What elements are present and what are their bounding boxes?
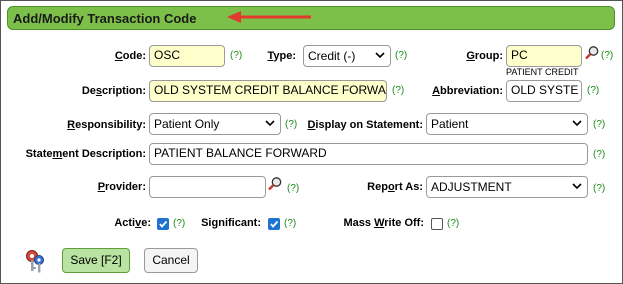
mass-write-off-help[interactable]: (?): [447, 218, 459, 229]
mass-write-off-checkbox[interactable]: [431, 218, 443, 230]
responsibility-help[interactable]: (?): [285, 119, 297, 130]
provider-input[interactable]: [149, 176, 266, 198]
statement-description-input[interactable]: PATIENT BALANCE FORWARD: [149, 143, 588, 165]
provider-help[interactable]: (?): [287, 183, 299, 194]
group-input[interactable]: PC: [506, 45, 582, 67]
chevron-down-icon: [375, 52, 385, 59]
provider-label: Provider:: [97, 181, 146, 193]
significant-help[interactable]: (?): [284, 218, 296, 229]
responsibility-label: Responsibility:: [67, 119, 146, 131]
responsibility-value: Patient Only: [154, 117, 220, 131]
magnifier-icon[interactable]: [267, 176, 283, 192]
statement-description-help[interactable]: (?): [593, 149, 605, 160]
cancel-button[interactable]: Cancel: [144, 248, 198, 273]
group-help[interactable]: (?): [601, 50, 613, 61]
mass-write-off-label: Mass Write Off:: [343, 217, 425, 229]
type-label: Type:: [267, 50, 296, 62]
code-help[interactable]: (?): [230, 50, 242, 61]
significant-label: Significant:: [201, 217, 261, 229]
save-button[interactable]: Save [F2]: [62, 248, 130, 273]
abbreviation-label: Abbreviation:: [432, 85, 503, 97]
chevron-down-icon: [265, 120, 275, 127]
code-label: Code:: [114, 50, 146, 62]
responsibility-select[interactable]: Patient Only: [149, 113, 281, 135]
description-input[interactable]: OLD SYSTEM CREDIT BALANCE FORWA: [149, 80, 387, 102]
type-help[interactable]: (?): [395, 50, 407, 61]
statement-description-label: Statement Description:: [25, 148, 146, 160]
group-label: Group:: [466, 50, 503, 62]
report-as-help[interactable]: (?): [593, 183, 605, 194]
type-value: Credit (-): [308, 49, 356, 63]
active-label: Active:: [114, 217, 151, 229]
display-on-statement-value: Patient: [431, 117, 469, 131]
page-title: Add/Modify Transaction Code: [13, 11, 197, 26]
magnifier-icon[interactable]: [584, 45, 600, 61]
significant-checkbox[interactable]: [268, 218, 280, 230]
abbreviation-input[interactable]: OLD SYSTE: [506, 80, 582, 102]
active-help[interactable]: (?): [173, 218, 185, 229]
type-select[interactable]: Credit (-): [303, 45, 391, 67]
active-checkbox[interactable]: [157, 218, 169, 230]
arrow-left-icon: [227, 11, 311, 23]
chevron-down-icon: [572, 183, 582, 190]
display-on-statement-label: Display on Statement:: [307, 119, 423, 131]
description-label: Description:: [81, 85, 146, 97]
display-on-statement-select[interactable]: Patient: [426, 113, 588, 135]
group-hint: PATIENT CREDIT: [506, 67, 579, 77]
code-input[interactable]: OSC: [149, 45, 225, 67]
report-as-select[interactable]: ADJUSTMENT: [426, 176, 588, 198]
keys-icon[interactable]: [23, 248, 47, 274]
report-as-label: Report As:: [367, 181, 423, 193]
display-on-statement-help[interactable]: (?): [593, 119, 605, 130]
description-help[interactable]: (?): [392, 85, 404, 96]
checkmark-icon: [159, 220, 168, 228]
transaction-code-dialog: Add/Modify Transaction Code Code: OSC (?…: [0, 0, 623, 284]
chevron-down-icon: [572, 120, 582, 127]
abbreviation-help[interactable]: (?): [587, 85, 599, 96]
checkmark-icon: [270, 220, 279, 228]
report-as-value: ADJUSTMENT: [431, 180, 512, 194]
